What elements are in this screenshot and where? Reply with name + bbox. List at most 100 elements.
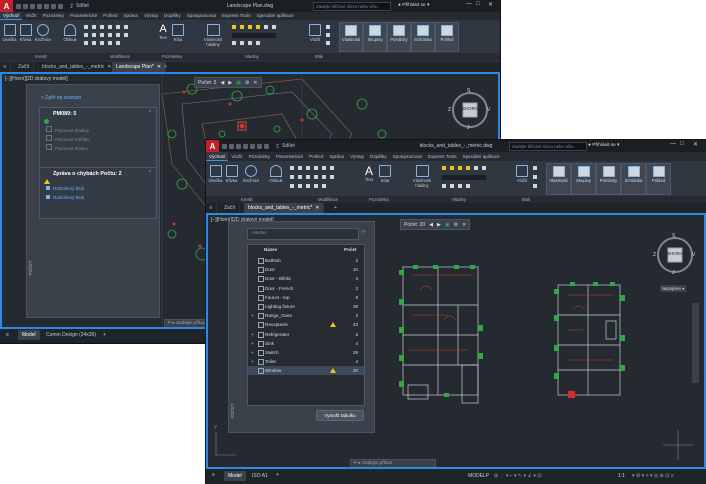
ribbon-tab[interactable]: Poznámky — [246, 152, 273, 161]
count-close-icon[interactable]: ✕ — [253, 80, 257, 86]
search-input[interactable]: Zadejte klíčové slovo nebo větu — [313, 2, 391, 11]
table-row[interactable]: + Switch 29 — [248, 348, 364, 357]
ribbon-tab[interactable]: Express Tools — [219, 12, 254, 20]
ribbon-tab[interactable]: Vložit — [22, 12, 39, 20]
option-match-scale[interactable]: Parovnat měřítko — [46, 135, 90, 142]
expand-icon[interactable]: + — [251, 339, 254, 348]
open-icon[interactable] — [229, 143, 234, 149]
annotation-scale[interactable]: 1:1 — [618, 473, 625, 479]
count-settings-icon[interactable]: ⚙ — [454, 222, 458, 228]
count-settings-icon[interactable]: ⚙ — [245, 80, 249, 86]
status-right-icons[interactable]: ▾ ⚙ ▾ + ▾ ◎ ⊕ ⊡ ≡ — [632, 473, 674, 479]
menu-icon[interactable]: ≡ — [206, 203, 217, 213]
table-row[interactable]: Window 20 — [248, 366, 364, 376]
column-header-name[interactable]: Název — [264, 247, 277, 252]
viewcube-east[interactable]: V — [487, 107, 490, 113]
ribbon-tab[interactable]: Výstup — [141, 12, 161, 20]
table-row[interactable]: + Range_Oven 2 — [248, 311, 364, 320]
model-tab[interactable]: Model — [18, 330, 40, 340]
new-tab-button[interactable]: + — [330, 203, 341, 213]
close-tab-icon[interactable]: ✕ — [315, 205, 319, 211]
drawing-canvas[interactable]: [−][Horní][2D drátový model] Y Počet: 20… — [206, 213, 706, 469]
file-tab-start[interactable]: Začít — [14, 62, 35, 72]
table-row[interactable]: Door 10 — [248, 265, 364, 274]
viewport-label[interactable]: [−][Horní][2D drátový model] — [5, 76, 68, 82]
viewcube-face[interactable]: SHORA — [462, 106, 478, 111]
print-icon[interactable] — [250, 143, 255, 149]
viewcube-east[interactable]: V — [692, 252, 695, 258]
share-button[interactable]: ⇪ Sdílet — [69, 3, 89, 10]
undo-icon[interactable] — [51, 3, 56, 9]
collapse-icon[interactable]: ⌃ — [148, 170, 152, 176]
expand-icon[interactable]: + — [251, 311, 254, 320]
ribbon-tab[interactable]: Správa — [120, 12, 141, 20]
table-row[interactable]: + Refrigerator 2 — [248, 330, 364, 339]
new-tab-button[interactable]: + — [160, 62, 171, 72]
modelspace-toggle[interactable]: MODELP — [468, 473, 489, 479]
ribbon-tab[interactable]: Pohled — [100, 12, 120, 20]
ribbon-tab[interactable]: Doplňky — [161, 12, 184, 20]
status-toggles[interactable]: ⊞ ⋮ ▾ ⌐ ▾ ↖ ▾ ∠ ▾ ⊡ — [494, 473, 542, 479]
ribbon-tab[interactable]: Express Tools — [425, 152, 460, 161]
save-icon[interactable] — [236, 143, 241, 149]
viewcube[interactable]: SHORA S J Z V — [653, 233, 697, 277]
viewcube-south[interactable]: J — [672, 270, 675, 276]
expand-icon[interactable]: + — [251, 357, 254, 366]
layouts-menu-icon[interactable]: ≡ — [6, 332, 9, 338]
count-zoom-icon[interactable]: ▣ — [236, 80, 241, 86]
maximize-button[interactable]: □ — [476, 1, 480, 7]
minimize-button[interactable]: — — [670, 141, 676, 147]
file-tab-blocks[interactable]: blocks_and_tables_-_metric* ✕ — [244, 203, 325, 213]
panel-label-draw[interactable]: Kreslit — [35, 53, 47, 60]
count-close-icon[interactable]: ✕ — [462, 222, 466, 228]
error-item[interactable]: Rozložený blok — [46, 186, 84, 191]
count-search-input[interactable]: Hledat — [247, 228, 359, 240]
panel-label-block[interactable]: Blok — [315, 53, 323, 60]
column-header-count[interactable]: Počet — [344, 247, 357, 252]
ribbon-tab[interactable]: Výstup — [347, 152, 367, 161]
table-row[interactable]: Lighting fixture 28 — [248, 302, 364, 311]
viewcube-west[interactable]: Z — [653, 252, 656, 258]
viewcube-face[interactable]: SHORA — [667, 251, 683, 256]
ribbon-tab[interactable]: Správa — [326, 152, 347, 161]
wcs-menu[interactable]: Nepojmen ▾ — [660, 285, 687, 292]
ribbon-tab[interactable]: Poznámky — [40, 12, 67, 20]
viewcube-north[interactable]: S — [467, 88, 470, 94]
ribbon-tab[interactable]: Doplňky — [367, 152, 390, 161]
panel-label-layers[interactable]: Hladiny — [245, 53, 259, 60]
ribbon-tab[interactable]: Výchozí — [206, 152, 229, 161]
layout-tab[interactable]: ISO A1 — [252, 473, 268, 479]
count-zoom-icon[interactable]: ▣ — [445, 222, 450, 228]
table-row[interactable]: Door - French 2 — [248, 284, 364, 293]
ribbon-tab[interactable]: Spolupracovat — [184, 12, 219, 20]
back-to-list-link[interactable]: < Zpět na seznam — [41, 95, 81, 101]
ribbon-tab[interactable]: Speciální aplikace — [254, 12, 297, 20]
panel-label-modify[interactable]: Modifikace — [318, 196, 338, 203]
panel-label-draw[interactable]: Kreslit — [241, 196, 253, 203]
new-layout-button[interactable]: + — [103, 332, 106, 338]
redo-icon[interactable] — [58, 3, 63, 9]
panel-label-annotation[interactable]: Poznámka — [369, 196, 389, 203]
layout-tab[interactable]: Comm Design (24x36) — [46, 332, 96, 338]
ribbon-tab[interactable]: Pohled — [306, 152, 326, 161]
warning-icon[interactable] — [330, 368, 336, 374]
close-button[interactable]: ✕ — [693, 141, 698, 148]
viewcube-south[interactable]: J — [467, 125, 470, 131]
expand-icon[interactable]: + — [251, 348, 254, 357]
ribbon-tab[interactable]: Spolupracovat — [390, 152, 425, 161]
new-icon[interactable] — [222, 143, 227, 149]
collapse-icon[interactable]: ⌃ — [148, 110, 152, 116]
count-prev-icon[interactable]: ◀ — [220, 80, 224, 86]
search-input[interactable]: Zadejte klíčové slovo nebo větu — [509, 142, 587, 151]
checkbox-icon[interactable] — [46, 126, 52, 132]
autocad-logo[interactable]: A — [206, 140, 219, 152]
close-button[interactable]: ✕ — [488, 1, 493, 8]
count-next-icon[interactable]: ▶ — [228, 80, 232, 86]
viewcube[interactable]: SHORA S J Z V — [448, 88, 492, 132]
autocad-logo[interactable]: A — [0, 0, 13, 12]
table-row[interactable]: Bathtub 2 — [248, 256, 364, 265]
file-tab-start[interactable]: Začít — [220, 203, 241, 213]
table-row[interactable]: Door - Bifold 4 — [248, 274, 364, 283]
viewcube-north[interactable]: S — [672, 233, 675, 239]
ribbon-tab[interactable]: Výchozí — [0, 12, 23, 20]
